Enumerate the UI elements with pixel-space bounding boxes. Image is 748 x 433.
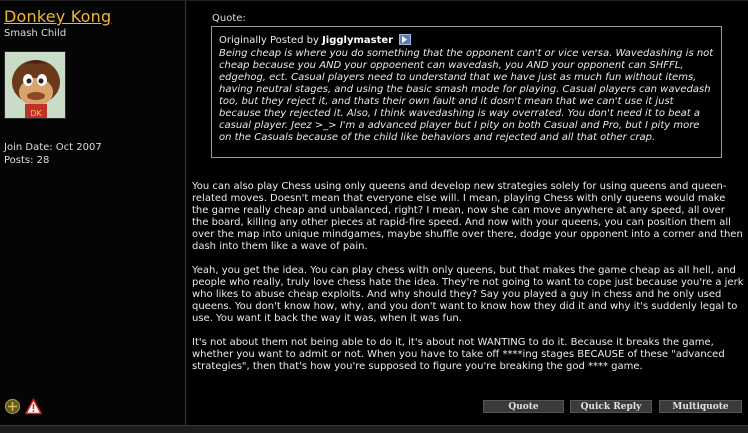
post-separator — [0, 425, 748, 433]
post-content: Quote: Originally Posted by Jigglymaster… — [187, 1, 748, 426]
forum-post: Donkey Kong Smash Child DK Join Date: Oc… — [0, 0, 748, 426]
join-date: Join Date: Oct 2007 — [4, 142, 102, 153]
quote-box: Originally Posted by Jigglymaster Being … — [211, 26, 722, 158]
status-icons — [4, 397, 43, 415]
username-link[interactable]: Donkey Kong — [4, 7, 111, 26]
svg-text:DK: DK — [30, 109, 42, 118]
message-paragraph: It's not about them not being able to do… — [192, 337, 725, 372]
quote-text: Being cheap is where you do something th… — [219, 48, 714, 143]
multiquote-button[interactable]: Multiquote — [659, 400, 742, 413]
quote-author: Jigglymaster — [322, 35, 394, 46]
user-title: Smash Child — [4, 28, 67, 39]
message-paragraph: Yeah, you get the idea. You can play che… — [192, 265, 744, 324]
user-details: Join Date: Oct 2007 Posts: 28 — [4, 141, 102, 167]
quote-button[interactable]: Quote — [483, 400, 564, 413]
post-count: Posts: 28 — [4, 155, 50, 166]
avatar: DK — [4, 51, 66, 119]
offline-status-icon — [4, 398, 21, 415]
quote-author-line: Originally Posted by Jigglymaster — [219, 34, 715, 47]
donkey-kong-avatar-icon: DK — [5, 52, 65, 118]
view-post-icon[interactable] — [399, 34, 412, 45]
quote-posted-by: Originally Posted by — [219, 35, 319, 46]
quote-label: Quote: — [212, 13, 246, 24]
quick-reply-button[interactable]: Quick Reply — [570, 400, 652, 413]
post-message: You can also play Chess using only queen… — [192, 181, 744, 385]
report-post-icon[interactable] — [24, 397, 43, 415]
post-action-buttons: Quote Quick Reply Multiquote — [187, 400, 748, 414]
user-info-pane: Donkey Kong Smash Child DK Join Date: Oc… — [0, 1, 186, 426]
message-paragraph: You can also play Chess using only queen… — [192, 181, 743, 252]
